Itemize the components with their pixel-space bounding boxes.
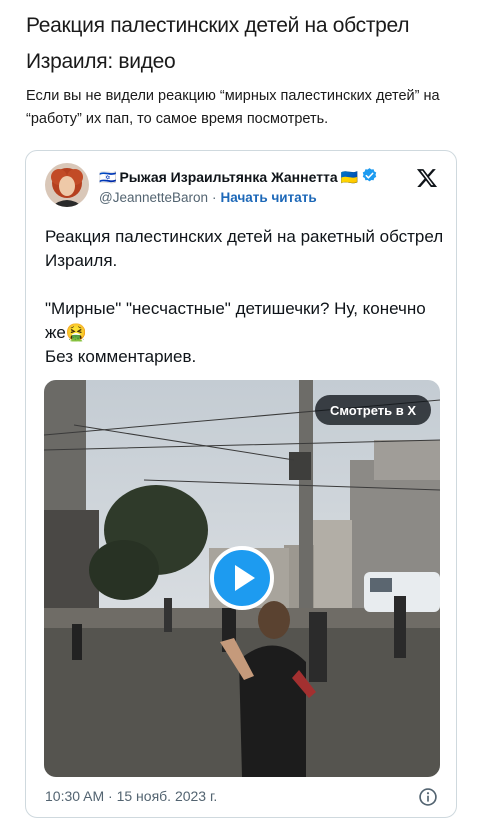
author-name[interactable]: Рыжая Израильтянка Жаннетта xyxy=(119,169,337,185)
verified-badge-icon xyxy=(361,167,378,187)
tweet-timestamp[interactable]: 10:30 AM · 15 нояб. 2023 г. xyxy=(45,788,217,804)
video-thumbnail[interactable]: Смотреть в X xyxy=(44,380,440,777)
separator-dot: · xyxy=(212,190,217,205)
article-lead: Если вы не видели реакцию “мирных палест… xyxy=(26,88,440,127)
tweet-text: Реакция палестинских детей на ракетный о… xyxy=(45,225,445,369)
tweet-text-line-3: Без комментариев. xyxy=(45,347,197,366)
info-icon[interactable] xyxy=(418,787,438,807)
tweet-text-line-2: "Мирные" "несчастные" детишечки? Ну, кон… xyxy=(45,299,426,342)
flag-prefix: 🇮🇱 xyxy=(99,168,117,185)
watch-on-x-button[interactable]: Смотреть в X xyxy=(314,395,431,425)
tweet-text-line-1: Реакция палестинских детей на ракетный о… xyxy=(45,227,444,270)
follow-button[interactable]: Начать читать xyxy=(221,190,317,205)
author-name-row[interactable]: 🇮🇱 Рыжая Израильтянка Жаннетта 🇺🇦 xyxy=(99,167,378,187)
tweet-embed[interactable]: 🇮🇱 Рыжая Израильтянка Жаннетта 🇺🇦 @Jeann… xyxy=(25,150,457,818)
x-logo-icon[interactable] xyxy=(416,167,438,189)
flag-suffix: 🇺🇦 xyxy=(340,168,359,185)
author-handle[interactable]: @JeannetteBaron xyxy=(99,190,208,205)
author-handle-row: @JeannetteBaron · Начать читать xyxy=(99,190,317,205)
article-headline: Реакция палестинских детей на обстрел Из… xyxy=(26,14,410,73)
play-icon[interactable] xyxy=(210,546,274,610)
avatar[interactable] xyxy=(45,163,89,207)
